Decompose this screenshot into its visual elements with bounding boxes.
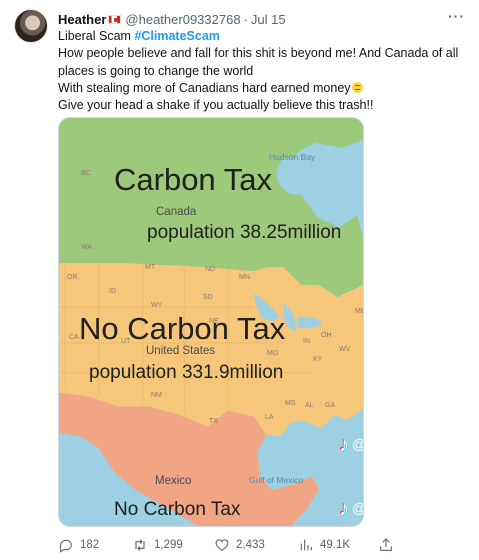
canada-population: population 38.25million	[147, 222, 342, 243]
like-button[interactable]: 2,433	[214, 536, 265, 554]
handle[interactable]: @heather09332768	[125, 12, 240, 27]
state-wy: WY	[151, 302, 163, 309]
tweet-line-1: Liberal Scam #ClimateScam	[58, 28, 467, 45]
mexico-label: Mexico	[155, 475, 192, 487]
state-nm: NM	[151, 392, 162, 399]
heart-icon	[214, 537, 230, 553]
state-la: LA	[265, 414, 274, 421]
views-chart-icon	[298, 537, 314, 553]
state-mt: MT	[145, 264, 156, 271]
tweet-header: Heather @heather09332768 · Jul 15 ···	[58, 8, 465, 28]
hashtag-climatescam[interactable]: #ClimateScam	[134, 29, 219, 43]
tweet-text: Liberal Scam #ClimateScam How people bel…	[58, 28, 467, 114]
retweet-count: 1,299	[154, 539, 183, 551]
state-me: ME	[355, 308, 363, 315]
tiktok-watermark-at-bottom: @	[352, 500, 363, 516]
state-ga: GA	[325, 402, 336, 409]
us-population: population 331.9million	[89, 362, 284, 383]
state-mo: MO	[267, 350, 279, 357]
state-ne: NE	[209, 318, 219, 325]
us-label: United States	[146, 345, 216, 357]
state-wa: WA	[81, 244, 93, 251]
reply-icon	[58, 537, 74, 553]
retweet-button[interactable]: 1,299	[132, 536, 183, 554]
display-name[interactable]: Heather	[58, 12, 106, 27]
state-bc: BC	[81, 170, 91, 177]
share-icon	[378, 537, 394, 553]
separator-dot: ·	[243, 11, 248, 27]
tweet-image[interactable]: Carbon Tax Canada population 38.25millio…	[58, 117, 364, 527]
state-nd: ND	[205, 266, 216, 273]
retweet-icon	[132, 537, 148, 553]
views-count: 49.1K	[320, 539, 351, 551]
mexico-no-carbon-tax: No Carbon Tax	[114, 499, 241, 520]
canada-carbon-tax-title: Carbon Tax	[114, 162, 272, 197]
state-or: OR	[67, 274, 78, 281]
tweet-line-1-text: Liberal Scam	[58, 29, 135, 43]
tweet-date[interactable]: Jul 15	[251, 12, 286, 27]
share-button[interactable]	[378, 536, 400, 554]
tweet-line-2: How people believe and fall for this shi…	[58, 46, 459, 61]
like-count: 2,433	[236, 539, 265, 551]
state-ut: UT	[121, 338, 131, 345]
tweet-line-4-text: With stealing more of Canadians hard ear…	[58, 80, 351, 95]
state-mn: MN	[239, 274, 250, 281]
state-in: IN	[303, 338, 310, 345]
grimace-emoji-icon	[351, 81, 363, 93]
tweet-line-5: Give your head a shake if you actually b…	[58, 98, 374, 113]
state-al: AL	[305, 402, 314, 409]
us-no-carbon-tax-title: No Carbon Tax	[79, 311, 286, 346]
views-button[interactable]: 49.1K	[298, 536, 350, 554]
state-ca: CA	[69, 334, 79, 341]
tweet-line-4: With stealing more of Canadians hard ear…	[58, 80, 467, 97]
hudson-bay-label: Hudson Bay	[269, 152, 316, 162]
more-horizontal-icon[interactable]: ···	[448, 8, 465, 24]
tweet-actions: 182 1,299 2,433 49.1K	[58, 536, 465, 554]
state-sd: SD	[203, 294, 213, 301]
state-ms: MS	[285, 400, 296, 407]
gulf-of-mexico-label: Gulf of Mexico	[249, 475, 304, 485]
state-wv: WV	[339, 346, 351, 353]
state-oh: OH	[321, 332, 332, 339]
state-ky: KY	[313, 356, 323, 363]
state-id: ID	[109, 288, 116, 295]
canada-label: Canada	[156, 206, 197, 218]
reply-button[interactable]: 182	[58, 536, 99, 554]
tweet-line-3: places is going to change the world	[58, 63, 254, 78]
canada-flag-icon	[108, 14, 122, 24]
reply-count: 182	[80, 539, 100, 551]
state-tx: TX	[209, 418, 218, 425]
tiktok-watermark-at: @	[352, 436, 363, 452]
tweet: Heather @heather09332768 · Jul 15 ··· Li…	[0, 0, 479, 560]
avatar[interactable]	[14, 9, 48, 43]
